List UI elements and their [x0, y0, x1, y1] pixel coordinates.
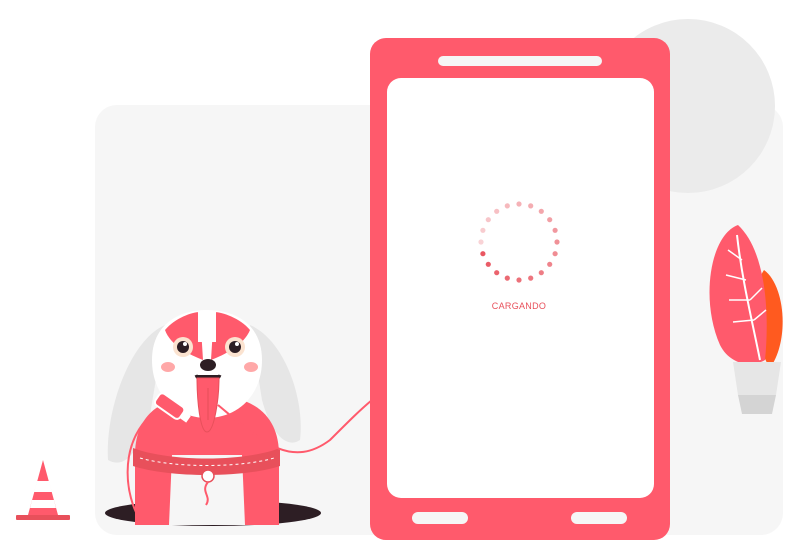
spinner-dot — [552, 251, 558, 257]
spinner-dot — [494, 208, 500, 214]
spinner-dot — [516, 201, 522, 207]
traffic-cone-icon — [16, 460, 70, 520]
spinner-dot — [480, 227, 486, 233]
loading-screen: CARGANDO — [0, 0, 806, 546]
spinner-dot — [528, 203, 534, 209]
spinner-dot — [552, 227, 558, 233]
phone-device — [370, 38, 670, 540]
spinner-dot — [554, 239, 560, 245]
spinner-dot — [538, 270, 544, 276]
spinner-dot — [516, 277, 522, 283]
spinner-dot — [547, 217, 553, 223]
spinner-dot — [478, 239, 484, 245]
illustration — [16, 19, 783, 540]
spinner-dot — [504, 275, 510, 281]
spinner-dot — [547, 261, 553, 267]
spinner-dot — [538, 208, 544, 214]
spinner-dot — [485, 217, 491, 223]
spinner-dot — [485, 261, 491, 267]
spinner-dot — [480, 251, 486, 257]
spinner-dot — [494, 270, 500, 276]
spinner-dot — [504, 203, 510, 209]
loading-label: CARGANDO — [491, 301, 547, 311]
spinner-dot — [528, 275, 534, 281]
